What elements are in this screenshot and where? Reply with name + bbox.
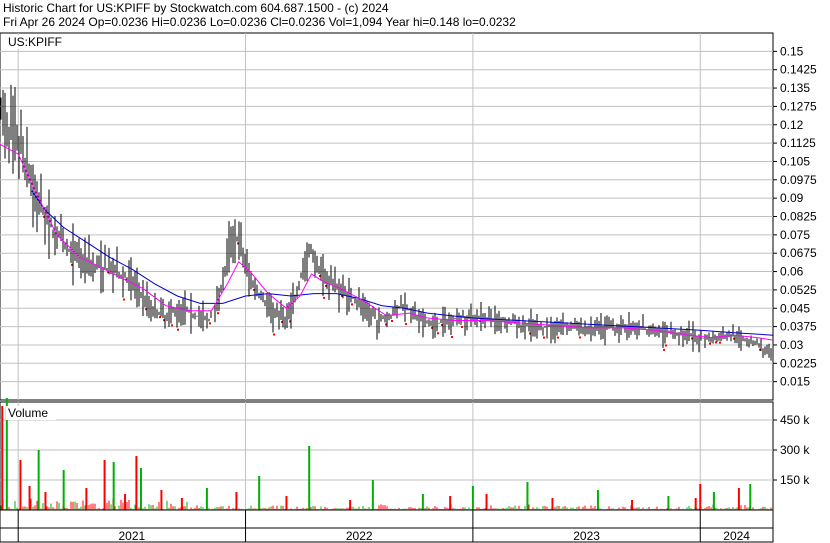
volume-label: Volume: [8, 406, 48, 420]
volume-tick-label: 450 k: [780, 413, 810, 427]
volume-tick-label: 150 k: [780, 473, 810, 487]
price-marker: [217, 312, 219, 315]
price-tick-label: 0.12: [780, 118, 804, 132]
price-marker: [663, 348, 665, 351]
volume-axis-labels: 450 k 300 k 150 k: [773, 413, 810, 487]
price-tick-label: 0.0375: [780, 320, 817, 334]
year-label: 2023: [573, 529, 600, 543]
price-tick-label: 0.1275: [780, 99, 817, 113]
price-marker: [437, 332, 439, 335]
price-tick-label: 0.15: [780, 44, 804, 58]
price-marker: [273, 333, 275, 336]
symbol-label: US:KPIFF: [8, 35, 62, 49]
price-marker: [171, 324, 173, 327]
price-marker: [123, 298, 125, 301]
price-marker: [579, 336, 581, 339]
year-label: 2022: [346, 529, 373, 543]
price-tick-label: 0.105: [780, 154, 810, 168]
volume-tick-label: 300 k: [780, 443, 810, 457]
price-panel: 0.15 0.1425 0.135 0.1275 0.12 0.1125 0.105 0.09…: [0, 32, 817, 401]
price-tick-label: 0.06: [780, 265, 804, 279]
price-tick-label: 0.0975: [780, 173, 817, 187]
price-marker: [709, 342, 711, 345]
price-tick-label: 0.03: [780, 338, 804, 352]
price-marker: [391, 319, 393, 322]
price-tick-label: 0.1425: [780, 63, 817, 77]
price-marker: [323, 296, 325, 299]
price-marker: [177, 328, 179, 331]
year-label: 2024: [723, 529, 750, 543]
price-marker: [451, 336, 453, 339]
price-tick-label: 0.015: [780, 375, 810, 389]
price-tick-label: 0.075: [780, 228, 810, 242]
price-axis-labels: 0.15 0.1425 0.135 0.1275 0.12 0.1125 0.105 0.09…: [773, 44, 817, 389]
time-axis: 2021 2022 2023 2024: [0, 509, 774, 543]
price-tick-label: 0.0825: [780, 210, 817, 224]
chart-canvas: 0.15 0.1425 0.135 0.1275 0.12 0.1125 0.105 0.09…: [0, 32, 817, 543]
price-tick-label: 0.045: [780, 301, 810, 315]
stock-chart-page: Historic Chart for US:KPIFF by Stockwatc…: [0, 0, 830, 543]
price-marker: [557, 336, 559, 339]
volume-plot-frame: [0, 401, 774, 511]
price-tick-label: 0.0525: [780, 283, 817, 297]
year-label: 2021: [119, 529, 146, 543]
price-marker: [351, 303, 353, 306]
price-marker: [665, 344, 667, 347]
price-marker: [405, 322, 407, 325]
price-tick-label: 0.1125: [780, 136, 816, 150]
price-tick-label: 0.0675: [780, 246, 817, 260]
price-marker: [543, 336, 545, 339]
time-axis-frame: [0, 509, 774, 543]
price-marker: [719, 341, 721, 344]
price-tick-label: 0.0225: [780, 356, 817, 370]
price-tick-label: 0.09: [780, 191, 804, 205]
price-marker: [461, 325, 463, 328]
volume-panel: 450 k 300 k 150 k Volume: [0, 398, 810, 511]
price-marker: [209, 322, 211, 325]
price-tick-label: 0.135: [780, 81, 810, 95]
